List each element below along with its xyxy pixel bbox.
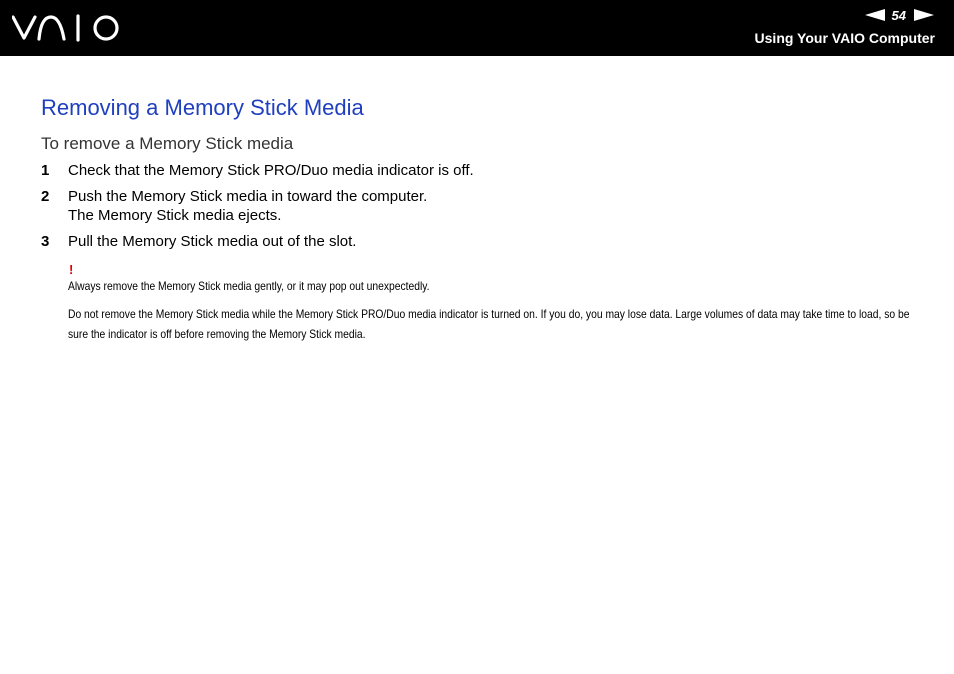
warning-note: Always remove the Memory Stick media gen…	[68, 279, 430, 293]
info-note: Do not remove the Memory Stick media whi…	[68, 307, 910, 341]
step-number: 1	[41, 162, 50, 179]
vaio-logo-icon	[11, 14, 119, 42]
header-bar: 54 Using Your VAIO Computer	[0, 0, 954, 56]
page-navigation: 54	[864, 6, 934, 24]
step-subtext: The Memory Stick media ejects.	[68, 207, 282, 224]
step-number: 2	[41, 188, 50, 205]
section-title: Using Your VAIO Computer	[754, 30, 935, 46]
vaio-logo	[11, 13, 120, 48]
step-text: Pull the Memory Stick media out of the s…	[68, 233, 357, 250]
page-title: Removing a Memory Stick Media	[41, 95, 364, 120]
page-number: 54	[891, 7, 906, 23]
previous-page-icon[interactable]	[864, 9, 885, 21]
procedure-subtitle: To remove a Memory Stick media	[41, 134, 294, 153]
step-text: Check that the Memory Stick PRO/Duo medi…	[68, 162, 474, 179]
next-page-icon[interactable]	[914, 9, 934, 21]
step-number: 3	[41, 233, 50, 250]
step-text: Push the Memory Stick media in toward th…	[68, 188, 428, 205]
